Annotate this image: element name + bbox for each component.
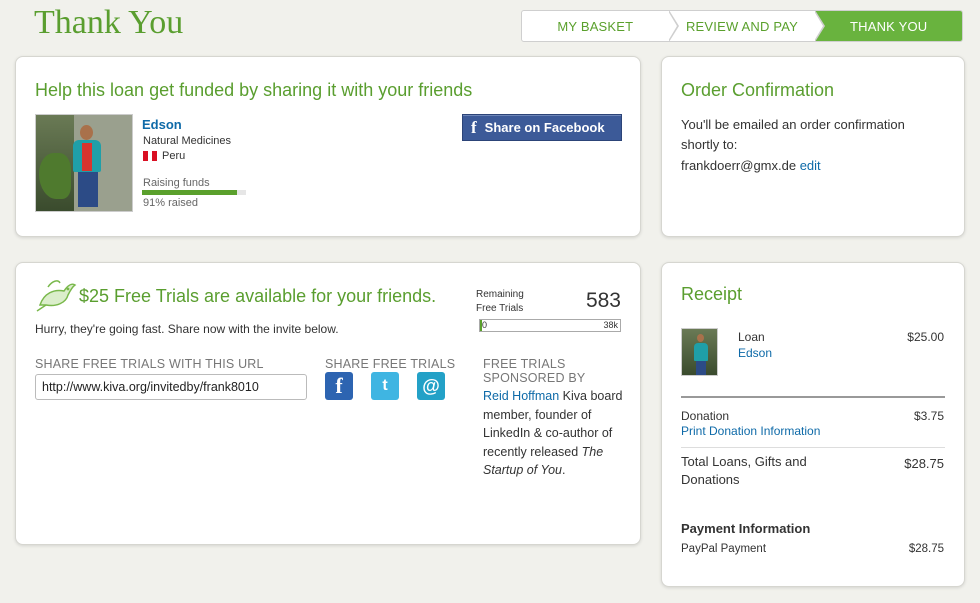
sponsor-text-end: . (562, 463, 566, 477)
donation-label: Donation (681, 409, 730, 423)
invite-url-input[interactable] (35, 374, 307, 400)
order-confirmation-card: Order Confirmation You'll be emailed an … (661, 56, 965, 237)
confirmation-heading: Order Confirmation (681, 80, 835, 100)
borrower-country: Peru (162, 150, 186, 162)
receipt-loan-label: Loan (738, 330, 765, 344)
funding-status: Raising funds (143, 177, 210, 189)
confirmation-email: frankdoerr@gmx.de (681, 158, 797, 173)
step-label: MY BASKET (557, 18, 634, 34)
facebook-share-icon[interactable]: f (325, 372, 353, 400)
borrower-photo[interactable] (35, 114, 133, 212)
step-label: REVIEW AND PAY (685, 18, 799, 34)
step-my-basket[interactable]: MY BASKET (522, 11, 679, 41)
funding-progress-fill (142, 190, 237, 195)
receipt-card: Receipt Loan Edson $25.00 Donation Print… (661, 262, 965, 587)
receipt-loan-amount: $25.00 (907, 330, 944, 344)
borrower-sector: Natural Medicines (143, 135, 232, 147)
edit-email-link[interactable]: edit (800, 158, 821, 173)
funding-progress-bar (142, 190, 246, 195)
receipt-divider (681, 396, 945, 398)
email-share-icon[interactable]: @ (417, 372, 445, 400)
payment-info-heading: Payment Information (681, 521, 811, 536)
confirmation-text: You'll be emailed an order confirmation … (681, 117, 905, 152)
share-loan-card: Help this loan get funded by sharing it … (15, 56, 641, 237)
donation-amount: $3.75 (913, 409, 944, 423)
receipt-loan-name-link[interactable]: Edson (738, 346, 772, 360)
facebook-button-label: Share on Facebook (484, 120, 605, 135)
step-thank-you: THANK YOU (815, 11, 962, 41)
payment-amount: $28.75 (908, 543, 944, 555)
receipt-loan-photo[interactable] (681, 328, 718, 376)
receipt-heading: Receipt (681, 284, 743, 304)
peru-flag-icon (143, 151, 158, 161)
step-label: THANK YOU (849, 18, 928, 34)
step-separator (814, 11, 826, 41)
facebook-icon: f (471, 117, 477, 137)
sponsor-description: Reid Hoffman Kiva board member, founder … (483, 387, 623, 480)
page-title: Thank You (34, 4, 184, 41)
step-separator (667, 11, 679, 41)
kiva-bird-icon (36, 280, 77, 312)
twitter-share-icon[interactable]: t (371, 372, 399, 400)
share-url-label: SHARE FREE TRIALS WITH THIS URL (35, 357, 264, 371)
total-label: Total Loans, Gifts and Donations (681, 454, 807, 487)
bar-min-label: 0 (482, 320, 488, 330)
step-review-and-pay[interactable]: REVIEW AND PAY (669, 11, 826, 41)
print-donation-link[interactable]: Print Donation Information (681, 424, 820, 438)
payment-method-label: PayPal Payment (681, 543, 767, 555)
bar-max-label: 38k (603, 320, 618, 330)
share-heading: Help this loan get funded by sharing it … (35, 80, 473, 100)
raised-text: 91% raised (143, 197, 199, 209)
remaining-trials-label: Remaining Free Trials (476, 289, 524, 314)
free-trials-card: $25 Free Trials are available for your f… (15, 262, 641, 545)
checkout-steps: MY BASKET REVIEW AND PAY THANK YOU (521, 10, 963, 42)
sponsor-label: FREE TRIALS SPONSORED BY (483, 357, 586, 385)
share-on-facebook-button[interactable]: f Share on Facebook (462, 114, 622, 141)
confirmation-email-row: frankdoerr@gmx.de edit (681, 156, 821, 176)
free-trials-heading: $25 Free Trials are available for your f… (79, 286, 437, 306)
free-trials-subtext: Hurry, they're going fast. Share now wit… (35, 322, 339, 336)
remaining-trials-bar: 0 38k (479, 319, 621, 332)
total-amount: $28.75 (904, 456, 944, 471)
sponsor-name-link[interactable]: Reid Hoffman (483, 389, 559, 403)
receipt-divider (681, 447, 945, 448)
share-icons-label: SHARE FREE TRIALS (325, 357, 456, 371)
remaining-trials-count: 583 (585, 289, 621, 312)
borrower-name-link[interactable]: Edson (142, 117, 182, 132)
